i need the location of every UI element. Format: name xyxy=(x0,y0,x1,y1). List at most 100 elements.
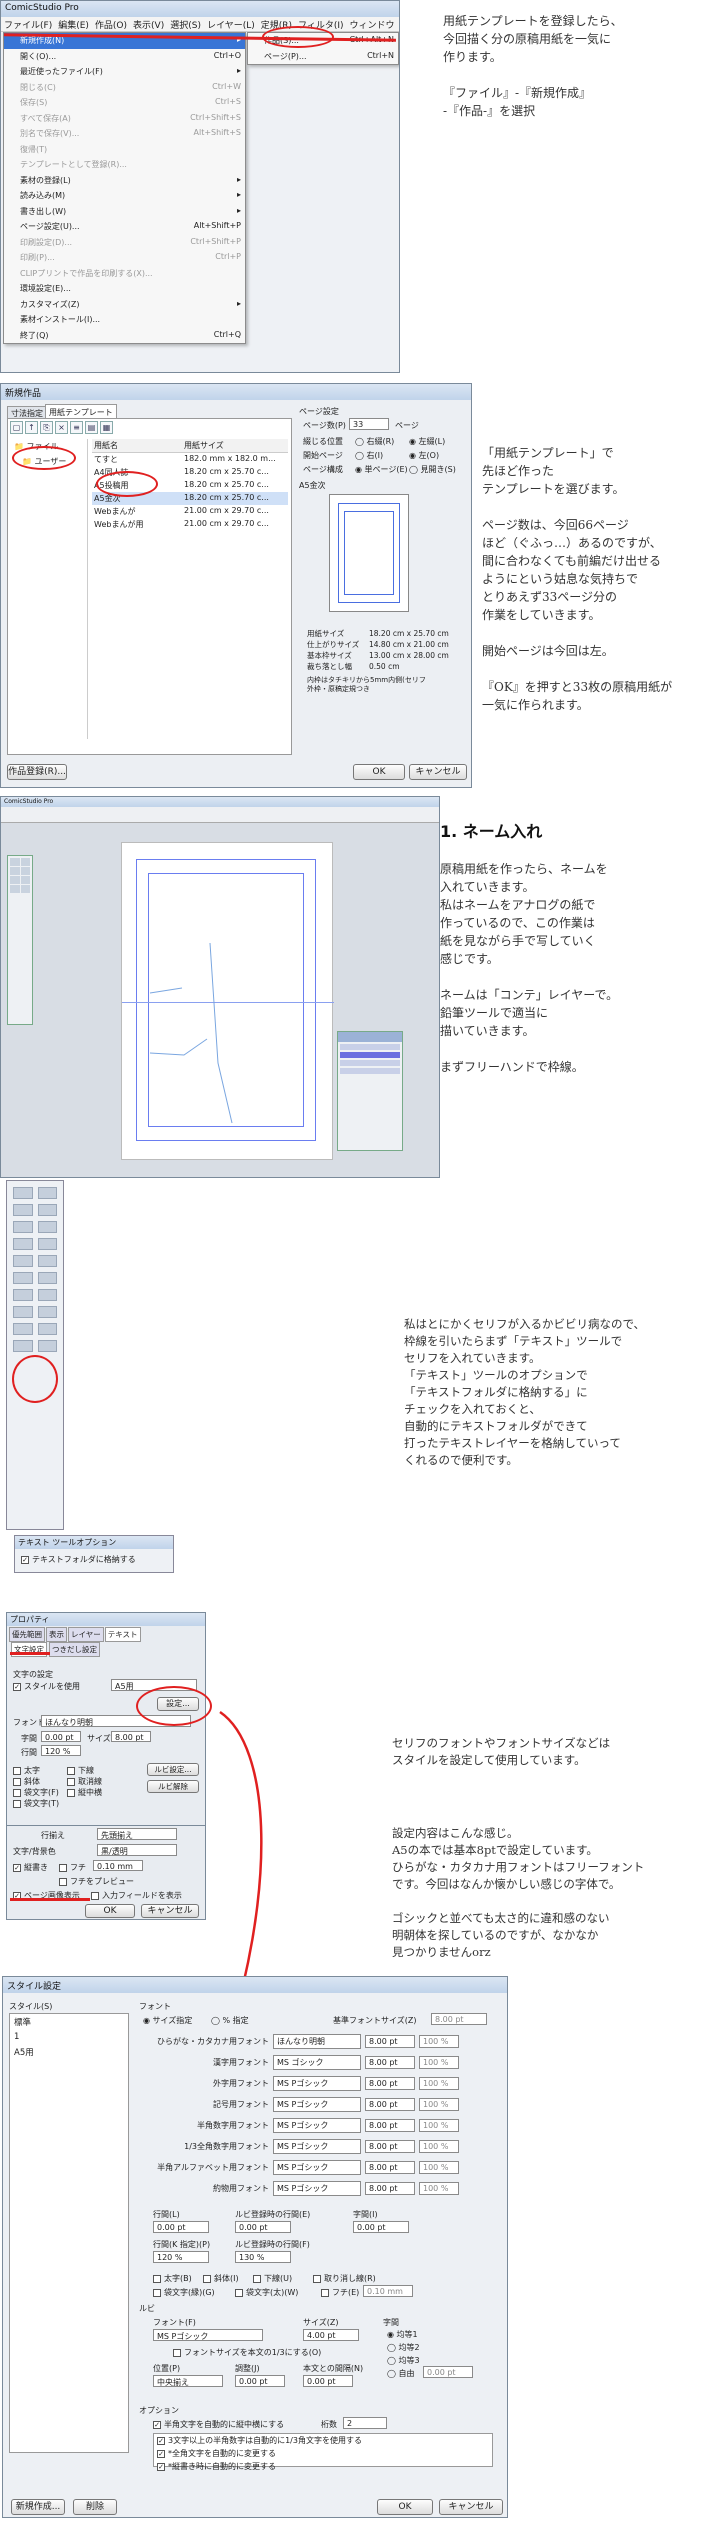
bind-left[interactable]: ◉ 左綴(L) xyxy=(409,436,445,447)
font-row-font[interactable]: MS Pゴシック xyxy=(273,2118,361,2133)
strike-checkbox[interactable]: 取消線 xyxy=(67,1776,102,1787)
file-menu-item[interactable]: すべて保存(A) Ctrl+Shift+S xyxy=(4,111,245,127)
style-item-standard[interactable]: 標準 xyxy=(10,2014,128,2030)
up-folder-icon[interactable]: ↑ xyxy=(25,421,38,434)
file-menu-item[interactable]: 開く(O)... Ctrl+O xyxy=(4,49,245,65)
fuchi-input[interactable]: 0.10 mm xyxy=(363,2285,413,2297)
font-row-percent[interactable]: 100 % xyxy=(419,2098,459,2111)
menu-window[interactable]: ウィンドウ xyxy=(350,18,395,31)
tab-layer[interactable]: レイヤー xyxy=(68,1627,104,1642)
move-icon[interactable] xyxy=(13,1221,33,1233)
font-row-percent[interactable]: 100 % xyxy=(419,2077,459,2090)
adj-input[interactable]: 0.00 pt xyxy=(235,2375,285,2387)
eraser-icon[interactable] xyxy=(20,867,30,875)
brush-icon[interactable] xyxy=(37,1255,57,1267)
italic-checkbox[interactable]: 斜体(I) xyxy=(203,2273,239,2284)
char-gap-input[interactable]: 0.00 pt xyxy=(353,2221,409,2233)
move-icon[interactable] xyxy=(20,876,30,884)
register-work-button[interactable]: 作品登録(R)... xyxy=(7,764,67,780)
font-row-font[interactable]: MS Pゴシック xyxy=(273,2097,361,2112)
copy-icon[interactable]: ⎘ xyxy=(40,421,53,434)
fuchi-input[interactable]: 0.10 mm xyxy=(93,1860,143,1871)
layout-single[interactable]: ◉ 単ページ(E) xyxy=(355,464,408,475)
thumb-view-icon[interactable]: ▦ xyxy=(100,421,113,434)
bind-right[interactable]: ◯ 右綴(R) xyxy=(355,436,394,447)
page-count-input[interactable]: 33 xyxy=(349,418,389,430)
font-row-percent[interactable]: 100 % xyxy=(419,2119,459,2132)
tab-display[interactable]: 表示 xyxy=(46,1627,67,1642)
kern-even1-radio[interactable]: ◉ 均等1 xyxy=(387,2329,418,2340)
font-row-size[interactable]: 8.00 pt xyxy=(365,2098,415,2111)
file-menu-item[interactable]: 印刷設定(D)... Ctrl+Shift+P xyxy=(4,235,245,251)
cancel-button[interactable]: キャンセル xyxy=(409,764,467,780)
ruby-third-checkbox[interactable]: フォントサイズを本文の1/3にする(O) xyxy=(173,2347,321,2358)
strike-checkbox[interactable]: 取り消し線(R) xyxy=(313,2273,376,2284)
font-row-percent[interactable]: 100 % xyxy=(419,2182,459,2195)
delete-icon[interactable]: × xyxy=(55,421,68,434)
lead-input[interactable]: 120 % xyxy=(153,2251,209,2263)
use-style-checkbox[interactable]: ✓ スタイルを使用 xyxy=(13,1681,80,1692)
option-item-1[interactable]: ✓ 3文字以上の半角数字は自動的に1/3角文字を使用する xyxy=(154,2434,492,2447)
option-item-2[interactable]: ✓ *全角文字を自動的に変更する xyxy=(154,2447,492,2460)
lead-input[interactable]: 120 % xyxy=(41,1745,81,1756)
file-menu-item[interactable]: テンプレートとして登録(R)... xyxy=(4,157,245,173)
fuchi-checkbox[interactable]: フチ xyxy=(59,1862,86,1873)
font-row-font[interactable]: ほんなり明朝 xyxy=(273,2034,361,2049)
font-row-font[interactable]: MS Pゴシック xyxy=(273,2076,361,2091)
tab-priority[interactable]: 優先範囲 xyxy=(9,1627,45,1642)
subtab-char[interactable]: 文字設定 xyxy=(11,1642,47,1657)
fuchi-checkbox[interactable]: フチ(E) xyxy=(321,2287,359,2298)
detail-view-icon[interactable]: ▤ xyxy=(85,421,98,434)
font-row-font[interactable]: MS Pゴシック xyxy=(273,2139,361,2154)
eraser-icon[interactable] xyxy=(13,1272,33,1284)
magic-wand-icon[interactable] xyxy=(13,1204,33,1216)
font-row-percent[interactable]: 100 % xyxy=(419,2161,459,2174)
font-row-size[interactable]: 8.00 pt xyxy=(365,2119,415,2132)
file-menu-item[interactable]: ページ設定(U)... Alt+Shift+P xyxy=(4,219,245,235)
list-view-icon[interactable]: ≡ xyxy=(70,421,83,434)
text-icon[interactable] xyxy=(13,1289,33,1301)
font-row-font[interactable]: MS Pゴシック xyxy=(273,2160,361,2175)
menu-file[interactable]: ファイル(F) xyxy=(4,18,52,31)
pen-icon[interactable] xyxy=(20,858,30,866)
marker-icon[interactable] xyxy=(10,867,20,875)
outline-g-checkbox[interactable]: 袋文字(縁)(G) xyxy=(153,2287,215,2298)
start-left[interactable]: ◉ 左(O) xyxy=(409,450,439,461)
marquee-icon[interactable] xyxy=(37,1187,57,1199)
font-row-size[interactable]: 8.00 pt xyxy=(365,2182,415,2195)
ok-button[interactable]: OK xyxy=(353,764,405,780)
col-size[interactable]: 用紙サイズ xyxy=(182,439,226,452)
lasso-icon[interactable] xyxy=(13,1187,33,1199)
tate-chu-yoko-checkbox[interactable]: 縦中横 xyxy=(67,1787,102,1798)
pencil-icon[interactable] xyxy=(10,858,20,866)
outline-f-checkbox[interactable]: 袋文字(F) xyxy=(13,1787,59,1798)
gradient-icon[interactable] xyxy=(37,1323,57,1335)
template-row[interactable]: Webまんが用 21.00 cm x 29.70 c... xyxy=(92,518,288,531)
file-menu-item[interactable]: CLIPプリントで作品を印刷する(X)... xyxy=(4,266,245,282)
base-size-input[interactable]: 8.00 pt xyxy=(431,2013,487,2025)
layout-spread[interactable]: ◯ 見開き(S) xyxy=(409,464,456,475)
file-menu-item[interactable]: 素材の登録(L) ▸ xyxy=(4,173,245,189)
font-row-size[interactable]: 8.00 pt xyxy=(365,2056,415,2069)
outline-t-checkbox[interactable]: 袋文字(T) xyxy=(13,1798,59,1809)
bold-checkbox[interactable]: 太字(B) xyxy=(153,2273,192,2284)
frame-icon[interactable] xyxy=(37,1306,57,1318)
blur-icon[interactable] xyxy=(37,1272,57,1284)
start-right[interactable]: ◯ 右(I) xyxy=(355,450,383,461)
template-row[interactable]: Webまんが 21.00 cm x 29.70 c... xyxy=(92,505,288,518)
ruby-font-select[interactable]: MS Pゴシック xyxy=(153,2329,263,2341)
font-row-percent[interactable]: 100 % xyxy=(419,2140,459,2153)
style-item-1[interactable]: 1 xyxy=(10,2030,128,2044)
file-menu-item[interactable]: 別名で保存(V)... Alt+Shift+S xyxy=(4,126,245,142)
text-folder-checkbox[interactable]: ✓ テキストフォルダに格納する xyxy=(21,1554,136,1565)
style-cancel-button[interactable]: キャンセル xyxy=(439,2499,503,2515)
file-menu-item[interactable]: 復帰(T) xyxy=(4,142,245,158)
file-menu-item[interactable]: 素材インストール(I)... xyxy=(4,312,245,328)
font-row-size[interactable]: 8.00 pt xyxy=(365,2077,415,2090)
submenu-item-page[interactable]: ページ(P)... Ctrl+N xyxy=(248,49,398,65)
text-icon[interactable] xyxy=(10,885,20,893)
font-row-size[interactable]: 8.00 pt xyxy=(365,2161,415,2174)
font-row-font[interactable]: MS Pゴシック xyxy=(273,2181,361,2196)
file-menu-item[interactable]: 書き出し(W) ▸ xyxy=(4,204,245,220)
gap-input[interactable]: 0.00 pt xyxy=(153,2221,209,2233)
